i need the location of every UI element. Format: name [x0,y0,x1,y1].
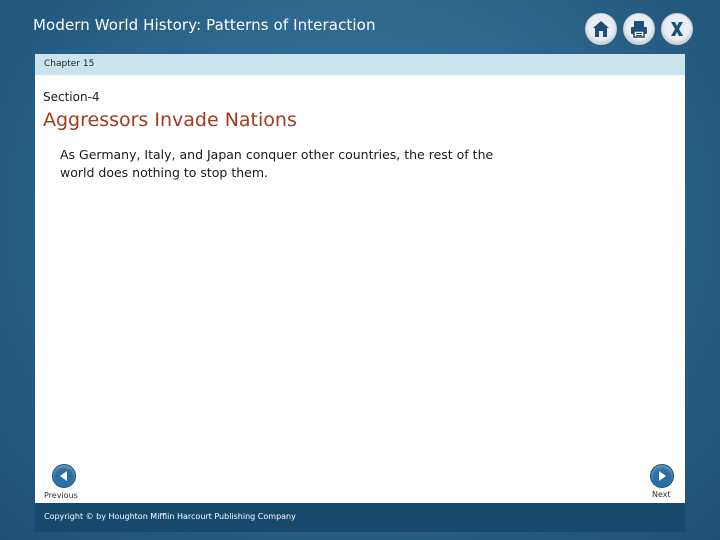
content-panel: Chapter 15 Section-4 Aggressors Invade N… [35,54,685,532]
printer-icon [631,21,647,38]
close-icon [671,22,683,36]
home-icon [593,21,609,37]
arrow-left-icon [60,471,67,481]
previous-button[interactable] [52,464,76,488]
arrow-right-icon [659,471,666,481]
close-button[interactable] [661,13,693,45]
next-button[interactable] [650,464,674,488]
toolbar [585,13,693,45]
chapter-label: Chapter 15 [44,59,95,69]
print-button[interactable] [623,13,655,45]
chapter-bar: Chapter 15 [35,54,685,75]
copyright-text: Copyright © by Houghton Mifflin Harcourt… [44,512,296,521]
previous-label[interactable]: Previous [44,491,78,500]
footer: Copyright © by Houghton Mifflin Harcourt… [35,503,685,532]
body-text: As Germany, Italy, and Japan conquer oth… [60,147,494,180]
section-label: Section-4 [43,90,100,104]
next-label[interactable]: Next [652,490,671,499]
home-button[interactable] [585,13,617,45]
page-title: Aggressors Invade Nations [43,109,297,131]
app-title: Modern World History: Patterns of Intera… [33,16,376,34]
